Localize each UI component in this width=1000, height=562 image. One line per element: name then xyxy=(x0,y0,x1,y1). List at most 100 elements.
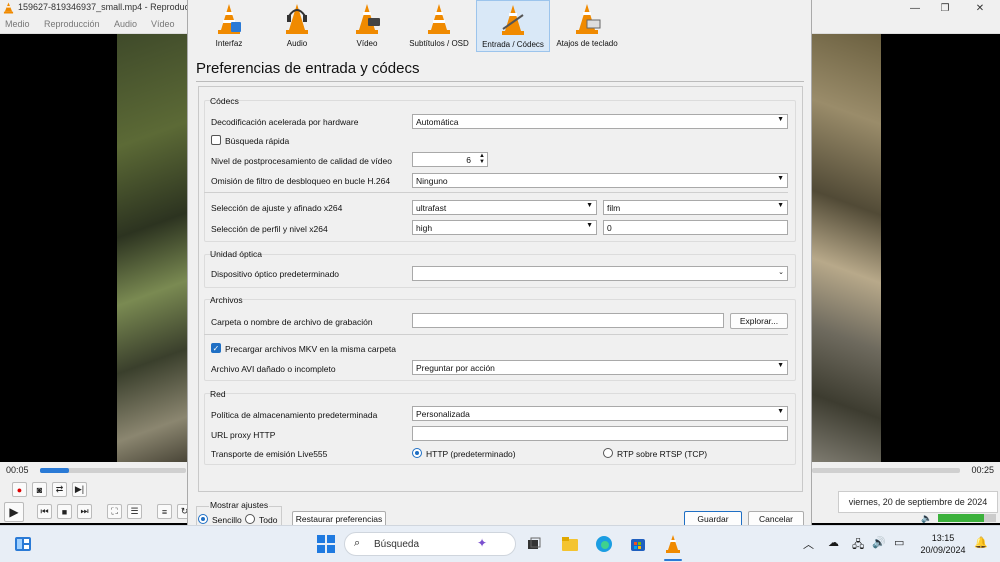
playlist-button[interactable]: ≡ xyxy=(157,504,172,519)
interface-cone-icon xyxy=(218,4,241,34)
menu-audio[interactable]: Audio xyxy=(114,19,137,29)
x264-preset-value: ultrafast xyxy=(416,203,447,213)
video-frame-right xyxy=(812,34,881,462)
seek-slider-right[interactable] xyxy=(812,468,960,473)
tab-entrada-codecs[interactable]: Entrada / Códecs xyxy=(476,0,550,52)
vlc-cone-icon xyxy=(3,2,14,14)
tab-interfaz-label: Interfaz xyxy=(215,39,243,48)
store-icon[interactable] xyxy=(628,534,648,554)
close-button[interactable]: ✕ xyxy=(965,0,995,16)
minimize-button[interactable]: — xyxy=(900,0,930,16)
avi-damaged-label: Archivo AVI dañado o incompleto xyxy=(211,364,336,374)
tab-video-label: Vídeo xyxy=(356,39,378,48)
rtsp-transport-label: RTP sobre RTSP (TCP) xyxy=(617,449,708,459)
vlc-taskbar-icon[interactable] xyxy=(663,534,683,554)
x264-preset-select[interactable]: ultrafast ▼ xyxy=(412,200,597,215)
codecs-separator xyxy=(204,192,788,193)
hw-decoding-select[interactable]: Automática ▼ xyxy=(412,114,788,129)
spin-arrows-icon[interactable]: ▲ ▼ xyxy=(479,153,485,165)
tab-interfaz[interactable]: Interfaz xyxy=(202,0,256,52)
files-group-title: Archivos xyxy=(210,295,243,305)
tab-video[interactable]: Vídeo xyxy=(340,0,394,52)
live555-transport-label: Transporte de emisión Live555 xyxy=(211,449,328,459)
menu-medio[interactable]: Medio xyxy=(5,19,30,29)
next-button[interactable]: ⏭ xyxy=(77,504,92,519)
dropdown-arrow-icon: ▼ xyxy=(777,202,784,209)
all-mode-radio[interactable] xyxy=(245,514,255,524)
edge-browser-icon[interactable] xyxy=(594,534,614,554)
http-proxy-input[interactable] xyxy=(412,426,788,441)
fast-seek-checkbox[interactable] xyxy=(211,135,221,145)
x264-profile-value: high xyxy=(416,223,433,233)
caching-policy-label: Política de almacenamiento predeterminad… xyxy=(211,410,378,420)
start-button[interactable] xyxy=(316,534,336,554)
frame-step-button[interactable]: ▶| xyxy=(72,482,87,497)
tab-atajos-teclado[interactable]: Atajos de teclado xyxy=(554,0,620,52)
fullscreen-button[interactable]: ⛶ xyxy=(107,504,122,519)
task-view-icon[interactable] xyxy=(524,534,544,554)
avi-damaged-value: Preguntar por acción xyxy=(416,363,495,373)
heading-divider xyxy=(196,81,804,82)
file-explorer-icon[interactable] xyxy=(560,534,580,554)
tab-subtitulos-label: Subtítulos / OSD xyxy=(409,39,469,48)
simple-mode-radio[interactable] xyxy=(198,514,208,524)
stop-button[interactable]: ■ xyxy=(57,504,72,519)
avi-damaged-select[interactable]: Preguntar por acción ▼ xyxy=(412,360,788,375)
show-settings-label: Mostrar ajustes xyxy=(209,500,270,510)
http-transport-radio[interactable] xyxy=(412,448,422,458)
deblocking-skip-label: Omisión de filtro de desbloqueo en bucle… xyxy=(211,176,391,186)
x264-tune-value: film xyxy=(607,203,621,213)
dropdown-arrow-icon: ▼ xyxy=(777,362,784,369)
x264-profile-label: Selección de perfil y nivel x264 xyxy=(211,224,328,234)
previous-button[interactable]: ⏮ xyxy=(37,504,52,519)
preferences-dialog: Interfaz Audio Vídeo Subtítulos / OSD En… xyxy=(187,0,812,527)
speaker-icon[interactable]: 🔊 xyxy=(872,536,886,549)
seek-progress xyxy=(40,468,69,473)
page-title: Preferencias de entrada y códecs xyxy=(196,60,420,77)
deblocking-skip-select[interactable]: Ninguno ▼ xyxy=(412,173,788,188)
rtsp-transport-radio[interactable] xyxy=(603,448,613,458)
mkv-preload-checkbox[interactable]: ✓ xyxy=(211,343,221,353)
loop-ab-button[interactable]: ⇄ xyxy=(52,482,67,497)
x264-tune-select[interactable]: film ▼ xyxy=(603,200,788,215)
browse-button[interactable]: Explorar... xyxy=(730,313,788,329)
tab-atajos-label: Atajos de teclado xyxy=(556,39,618,48)
time-elapsed: 00:05 xyxy=(6,465,29,475)
audio-cone-icon xyxy=(286,4,308,34)
record-folder-input[interactable] xyxy=(412,313,724,328)
x264-level-value: 0 xyxy=(607,223,612,233)
dropdown-arrow-icon: ▼ xyxy=(586,202,593,209)
notification-bell-icon[interactable]: 🔔 xyxy=(974,536,988,549)
menu-video[interactable]: Vídeo xyxy=(151,19,175,29)
network-icon[interactable]: 🖧 xyxy=(852,536,864,555)
volume-icon[interactable]: 🔈 xyxy=(921,513,932,524)
chevron-down-icon: ⌄ xyxy=(778,269,784,276)
widgets-icon[interactable] xyxy=(13,534,33,554)
cloud-icon[interactable]: ☁ xyxy=(828,536,839,549)
all-mode-label: Todo xyxy=(259,515,278,525)
taskbar-search[interactable]: ⌕ Búsqueda ✦ xyxy=(344,532,516,556)
x264-level-input[interactable]: 0 xyxy=(603,220,788,235)
http-proxy-label: URL proxy HTTP xyxy=(211,430,276,440)
network-group-title: Red xyxy=(210,389,226,399)
optical-device-select[interactable]: ⌄ xyxy=(412,266,788,281)
x264-profile-select[interactable]: high ▼ xyxy=(412,220,597,235)
tab-subtitulos-osd[interactable]: Subtítulos / OSD xyxy=(406,0,472,52)
postprocessing-spinbox[interactable]: 6 ▲ ▼ xyxy=(412,152,488,167)
tab-entrada-label: Entrada / Códecs xyxy=(482,40,544,49)
record-button[interactable]: ● xyxy=(12,482,27,497)
chevron-up-icon[interactable]: ︿ xyxy=(803,536,814,552)
maximize-button[interactable]: ❐ xyxy=(930,0,960,16)
tab-audio[interactable]: Audio xyxy=(270,0,324,52)
deblocking-skip-value: Ninguno xyxy=(416,176,448,186)
menu-reproduccion[interactable]: Reproducción xyxy=(44,19,100,29)
snapshot-button[interactable]: ◙ xyxy=(32,482,47,497)
battery-icon[interactable]: ▭ xyxy=(894,536,904,549)
extended-settings-button[interactable]: ☰ xyxy=(127,504,142,519)
caching-policy-select[interactable]: Personalizada ▼ xyxy=(412,406,788,421)
taskbar-search-placeholder: Búsqueda xyxy=(374,539,420,550)
tab-audio-label: Audio xyxy=(286,39,308,48)
taskbar-clock[interactable]: 13:15 20/09/2024 xyxy=(918,532,968,556)
hw-decoding-label: Decodificación acelerada por hardware xyxy=(211,117,359,127)
play-button[interactable]: ▶ xyxy=(4,502,24,522)
